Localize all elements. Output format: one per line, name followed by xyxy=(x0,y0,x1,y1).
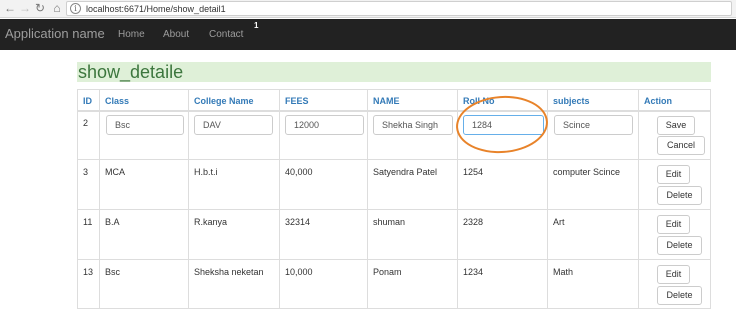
row-class: B.A xyxy=(105,217,120,227)
row-fees: 32314 xyxy=(285,217,311,227)
class-input[interactable] xyxy=(106,115,184,135)
col-divider xyxy=(279,89,280,309)
col-divider xyxy=(188,89,189,309)
row-roll-no: 2328 xyxy=(463,217,484,227)
row-subject: Math xyxy=(553,267,574,277)
row-fees: 40,000 xyxy=(285,167,313,177)
row-name: Satyendra Patel xyxy=(373,167,438,177)
address-bar[interactable]: i localhost:6671/Home/show_detail1 xyxy=(66,1,732,16)
header-fees[interactable]: FEES xyxy=(285,96,309,106)
home-icon[interactable]: ⌂ xyxy=(50,1,64,15)
col-divider xyxy=(77,89,78,309)
row-roll-no: 1254 xyxy=(463,167,484,177)
edit-button[interactable]: Edit xyxy=(657,165,690,184)
row-class: Bsc xyxy=(105,267,121,277)
table-bottom-border xyxy=(77,308,711,309)
col-divider xyxy=(367,89,368,309)
app-navbar: Application name Home About Contact 1 xyxy=(0,19,736,50)
row-college: Sheksha neketan xyxy=(194,267,264,277)
name-input[interactable] xyxy=(373,115,453,135)
col-divider xyxy=(710,89,711,309)
row-subject: Art xyxy=(553,217,565,227)
row-class: MCA xyxy=(105,167,125,177)
row-id: 2 xyxy=(83,118,89,128)
college-input[interactable] xyxy=(194,115,273,135)
row-divider xyxy=(77,159,711,160)
nav-home-link[interactable]: Home xyxy=(118,29,145,40)
row-subject: computer Scince xyxy=(553,167,621,177)
row-divider xyxy=(77,209,711,210)
nav-about-link[interactable]: About xyxy=(163,29,189,40)
url-text[interactable]: localhost:6671/Home/show_detail1 xyxy=(86,3,226,15)
row-college: H.b.t.i xyxy=(194,167,218,177)
col-divider xyxy=(99,89,100,309)
browser-toolbar: ← → ↻ ⌂ i localhost:6671/Home/show_detai… xyxy=(0,0,736,18)
fees-input[interactable] xyxy=(285,115,364,135)
col-divider xyxy=(638,89,639,309)
row-fees: 10,000 xyxy=(285,267,313,277)
reload-icon[interactable]: ↻ xyxy=(33,1,47,15)
edit-button[interactable]: Edit xyxy=(657,265,690,284)
nav-contact-link[interactable]: Contact xyxy=(209,29,243,40)
row-roll-no: 1234 xyxy=(463,267,484,277)
delete-button[interactable]: Delete xyxy=(657,286,702,305)
row-college: R.kanya xyxy=(194,217,228,227)
header-action: Action xyxy=(644,96,672,106)
header-college-name[interactable]: College Name xyxy=(194,96,254,106)
info-icon[interactable]: i xyxy=(70,3,81,14)
edit-button[interactable]: Edit xyxy=(657,215,690,234)
header-id[interactable]: ID xyxy=(83,96,92,106)
delete-button[interactable]: Delete xyxy=(657,236,702,255)
row-id: 11 xyxy=(83,217,93,227)
row-id: 13 xyxy=(83,267,94,277)
page-title: show_detaile xyxy=(77,62,711,82)
delete-button[interactable]: Delete xyxy=(657,186,702,205)
header-class[interactable]: Class xyxy=(105,96,129,106)
back-arrow-icon[interactable]: ← xyxy=(3,1,17,15)
row-name: shuman xyxy=(373,217,406,227)
header-name[interactable]: NAME xyxy=(373,96,400,106)
subject-input[interactable] xyxy=(554,115,633,135)
save-button[interactable]: Save xyxy=(657,116,695,135)
forward-arrow-icon[interactable]: → xyxy=(18,1,32,15)
row-id: 3 xyxy=(83,167,89,177)
row-name: Ponam xyxy=(373,267,402,277)
row-divider xyxy=(77,259,711,260)
annotation-number: 1 xyxy=(254,21,259,30)
brand-link[interactable]: Application name xyxy=(5,26,105,41)
table-top-border xyxy=(77,89,711,90)
cancel-button[interactable]: Cancel xyxy=(657,136,705,155)
header-subjects[interactable]: subjects xyxy=(553,96,590,106)
header-divider xyxy=(77,110,711,112)
